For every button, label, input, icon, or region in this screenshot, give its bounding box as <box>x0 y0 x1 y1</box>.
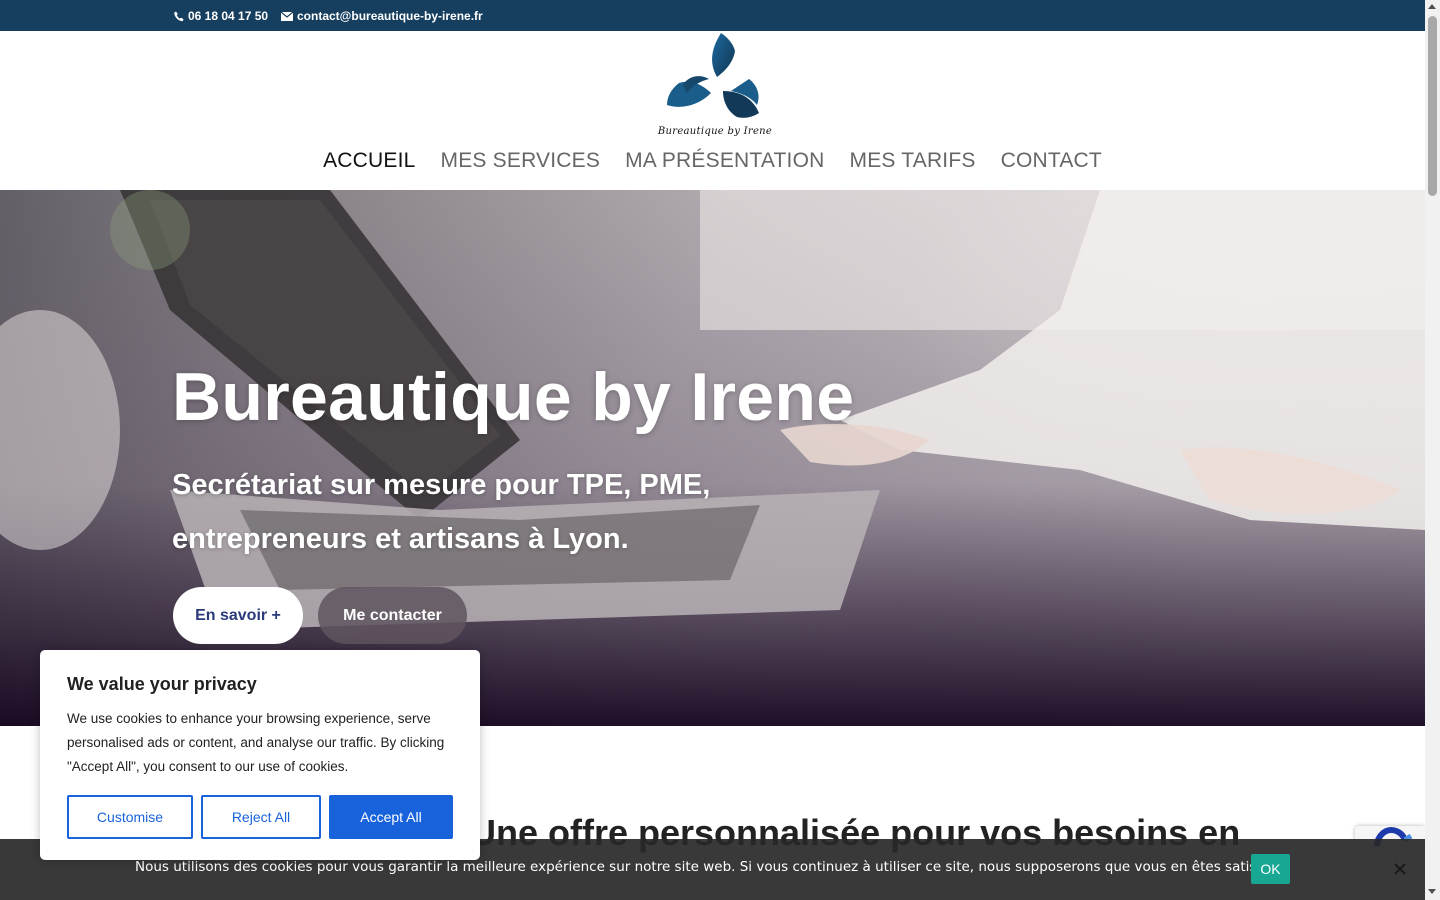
nav-item-mes-tarifs[interactable]: MES TARIFS <box>850 149 976 173</box>
phone-number: 06 18 04 17 50 <box>188 9 269 23</box>
cookie-notice-message: Nous utilisons des cookies pour vous gar… <box>135 859 1283 875</box>
logo-mark-icon <box>667 33 759 118</box>
hero-section: Bureautique by Irene Secrétariat sur mes… <box>0 190 1425 726</box>
hero-title: Bureautique by Irene <box>172 359 855 435</box>
site-logo[interactable]: Bureautique by Irene <box>653 33 773 139</box>
privacy-consent-dialog: We value your privacy We use cookies to … <box>40 650 480 860</box>
contact-me-button[interactable]: Me contacter <box>318 587 467 644</box>
nav-item-ma-presentation[interactable]: MA PRÉSENTATION <box>625 149 824 173</box>
close-icon[interactable] <box>1392 861 1408 877</box>
mail-icon <box>281 11 293 21</box>
top-bar: 06 18 04 17 50 contact@bureautique-by-ir… <box>0 0 1425 31</box>
page-scrollbar[interactable] <box>1425 0 1440 900</box>
scrollbar-thumb[interactable] <box>1428 16 1437 196</box>
email-contact[interactable]: contact@bureautique-by-irene.fr <box>281 9 483 23</box>
scroll-up-arrow-icon[interactable] <box>1428 4 1436 9</box>
nav-item-mes-services[interactable]: MES SERVICES <box>441 149 601 173</box>
email-address: contact@bureautique-by-irene.fr <box>297 9 483 23</box>
phone-contact[interactable]: 06 18 04 17 50 <box>174 9 268 23</box>
cookie-ok-button[interactable]: OK <box>1251 854 1290 884</box>
nav-item-contact[interactable]: CONTACT <box>1001 149 1102 173</box>
reject-all-button[interactable]: Reject All <box>201 795 321 839</box>
logo-text: Bureautique by Irene <box>657 126 773 137</box>
accept-all-button[interactable]: Accept All <box>329 795 453 839</box>
hero-subtitle: Secrétariat sur mesure pour TPE, PME, en… <box>172 469 711 555</box>
nav-item-accueil[interactable]: ACCUEIL <box>323 149 415 173</box>
phone-icon <box>174 11 184 21</box>
learn-more-button[interactable]: En savoir + <box>173 587 303 644</box>
main-navigation: ACCUEIL MES SERVICES MA PRÉSENTATION MES… <box>0 149 1425 173</box>
site-header: Bureautique by Irene ACCUEIL MES SERVICE… <box>0 31 1425 190</box>
privacy-title: We value your privacy <box>67 674 257 694</box>
scroll-down-arrow-icon[interactable] <box>1428 889 1436 894</box>
customise-button[interactable]: Customise <box>67 795 193 839</box>
privacy-text: We use cookies to enhance your browsing … <box>67 711 445 774</box>
